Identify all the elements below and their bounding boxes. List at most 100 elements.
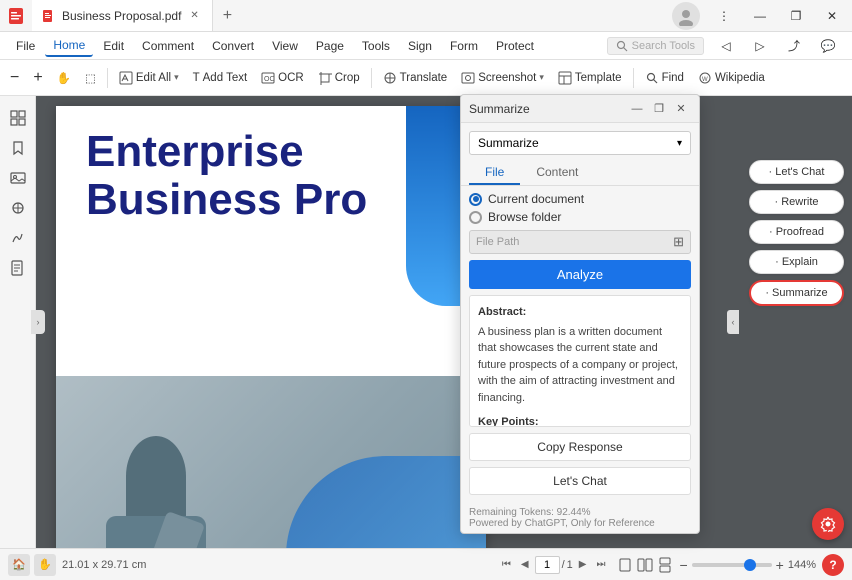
close-btn[interactable]: ✕ xyxy=(816,0,848,32)
user-avatar[interactable] xyxy=(672,2,700,30)
sidebar-signatures-btn[interactable] xyxy=(4,224,32,252)
screenshot-btn[interactable]: Screenshot ▾ xyxy=(455,68,550,88)
dialog-footer: Remaining Tokens: 92.44% Powered by Chat… xyxy=(461,503,699,533)
menu-protect[interactable]: Protect xyxy=(488,36,542,56)
lets-chat-dialog-btn[interactable]: Let's Chat xyxy=(469,467,691,495)
toolbar-back-btn[interactable]: ◁ xyxy=(710,32,742,60)
toolbar-sep-2 xyxy=(371,68,372,88)
edit-all-icon xyxy=(119,71,133,85)
summarize-ai-btn[interactable]: · Summarize xyxy=(749,280,844,306)
pdf-tab-icon xyxy=(42,9,56,23)
file-path-input[interactable]: File Path xyxy=(476,236,669,248)
page-number-input[interactable] xyxy=(535,556,560,574)
search-toolbar[interactable]: Search Tools xyxy=(607,37,704,55)
screenshot-caret: ▾ xyxy=(539,72,544,83)
menu-page[interactable]: Page xyxy=(308,36,352,56)
lets-chat-btn[interactable]: · Let's Chat xyxy=(749,160,844,184)
status-hand-btn[interactable]: ✋ xyxy=(34,554,56,576)
toolbar-share-btn[interactable]: ⤴ xyxy=(778,32,810,60)
analyze-btn[interactable]: Analyze xyxy=(469,260,691,289)
active-tab[interactable]: Business Proposal.pdf ✕ xyxy=(32,0,213,31)
proofread-btn[interactable]: · Proofread xyxy=(749,220,844,244)
zoom-slider[interactable] xyxy=(692,563,772,567)
restore-btn[interactable]: ❐ xyxy=(780,0,812,32)
zoom-in-btn[interactable]: + xyxy=(27,66,48,90)
sidebar-bookmarks-btn[interactable] xyxy=(4,134,32,162)
file-path-row[interactable]: File Path ⊞ xyxy=(469,230,691,254)
dialog-minimize-btn[interactable]: — xyxy=(627,99,647,119)
ocr-btn[interactable]: OCR OCR xyxy=(255,68,310,88)
radio-browse-folder[interactable]: Browse folder xyxy=(469,210,691,224)
svg-text:W: W xyxy=(702,77,708,83)
help-btn[interactable]: ? xyxy=(822,554,844,576)
status-home-btn[interactable]: 🏠 xyxy=(8,554,30,576)
radio-browse-icon xyxy=(469,211,482,224)
menu-convert[interactable]: Convert xyxy=(204,36,262,56)
menu-file[interactable]: File xyxy=(8,36,43,56)
hand-tool-btn[interactable]: ✋ xyxy=(51,68,77,88)
file-browse-btn[interactable]: ⊞ xyxy=(673,234,684,250)
menu-tools[interactable]: Tools xyxy=(354,36,398,56)
edit-all-btn[interactable]: Edit All ▾ xyxy=(113,68,185,88)
two-page-icon[interactable] xyxy=(637,557,653,573)
first-page-btn[interactable]: ⏮ xyxy=(498,557,515,572)
new-tab-btn[interactable]: + xyxy=(213,7,242,25)
tab-bar: Business Proposal.pdf ✕ + xyxy=(32,0,672,31)
status-center: ⏮ ◀ / 1 ▶ ⏭ xyxy=(498,556,610,574)
sidebar-thumbnails-btn[interactable] xyxy=(4,104,32,132)
select-tool-btn[interactable]: ⬚ xyxy=(79,68,102,88)
last-page-btn[interactable]: ⏭ xyxy=(592,557,609,572)
translate-btn[interactable]: Translate xyxy=(377,68,454,88)
menu-sign[interactable]: Sign xyxy=(400,36,440,56)
find-icon xyxy=(645,71,659,85)
right-panel-toggle[interactable]: ‹ xyxy=(727,310,739,334)
zoom-controls: − + 144% xyxy=(679,557,816,573)
find-btn[interactable]: Find xyxy=(639,68,690,88)
next-page-btn[interactable]: ▶ xyxy=(575,557,591,572)
menu-comment[interactable]: Comment xyxy=(134,36,202,56)
crop-btn[interactable]: Crop xyxy=(312,68,366,88)
rewrite-btn[interactable]: · Rewrite xyxy=(749,190,844,214)
sidebar-pages-btn[interactable] xyxy=(4,254,32,282)
tab-close-btn[interactable]: ✕ xyxy=(187,8,201,23)
menu-home[interactable]: Home xyxy=(45,35,93,57)
dropdown-value: Summarize xyxy=(478,136,539,150)
sidebar-collapse-btn[interactable]: › xyxy=(31,310,45,334)
toolbar-forward-btn[interactable]: ▷ xyxy=(744,32,776,60)
ai-settings-btn[interactable] xyxy=(812,508,844,540)
menu-edit[interactable]: Edit xyxy=(95,36,132,56)
pdf-preview: Enterprise Business Pro xyxy=(56,106,486,548)
status-left: 🏠 ✋ 21.01 x 29.71 cm xyxy=(8,554,490,576)
add-text-btn[interactable]: T Add Text xyxy=(187,69,254,87)
summarize-dropdown[interactable]: Summarize ▾ xyxy=(469,131,691,155)
single-page-icon[interactable] xyxy=(617,557,633,573)
zoom-out-btn[interactable]: − xyxy=(4,66,25,90)
dialog-controls: — ❐ ✕ xyxy=(627,99,691,119)
tab-file[interactable]: File xyxy=(469,161,520,185)
zoom-handle[interactable] xyxy=(744,559,756,571)
copy-response-btn[interactable]: Copy Response xyxy=(469,433,691,461)
dialog-close-btn[interactable]: ✕ xyxy=(671,99,691,119)
dialog-restore-btn[interactable]: ❐ xyxy=(649,99,669,119)
powered-by: Powered by ChatGPT, Only for Reference xyxy=(469,518,691,529)
sidebar-layers-btn[interactable] xyxy=(4,194,32,222)
prev-page-btn[interactable]: ◀ xyxy=(517,557,533,572)
tab-content[interactable]: Content xyxy=(520,161,594,185)
scroll-icon[interactable] xyxy=(657,557,673,573)
dialog-titlebar: Summarize — ❐ ✕ xyxy=(461,95,699,123)
crop-label: Crop xyxy=(335,72,360,84)
explain-btn[interactable]: · Explain xyxy=(749,250,844,274)
zoom-out-status-btn[interactable]: − xyxy=(679,557,687,573)
dialog-body: Summarize ▾ File Content Current documen… xyxy=(461,123,699,503)
wikipedia-btn[interactable]: W Wikipedia xyxy=(692,68,771,88)
template-btn[interactable]: Template xyxy=(552,68,628,88)
more-options-btn[interactable]: ⋮ xyxy=(708,0,740,32)
minimize-btn[interactable]: — xyxy=(744,0,776,32)
radio-current-doc[interactable]: Current document xyxy=(469,192,691,206)
menu-form[interactable]: Form xyxy=(442,36,486,56)
sidebar-photos-btn[interactable] xyxy=(4,164,32,192)
toolbar-comment-btn[interactable]: 💬 xyxy=(812,32,844,60)
menu-view[interactable]: View xyxy=(264,36,306,56)
ocr-icon: OCR xyxy=(261,71,275,85)
zoom-in-status-btn[interactable]: + xyxy=(776,557,784,573)
